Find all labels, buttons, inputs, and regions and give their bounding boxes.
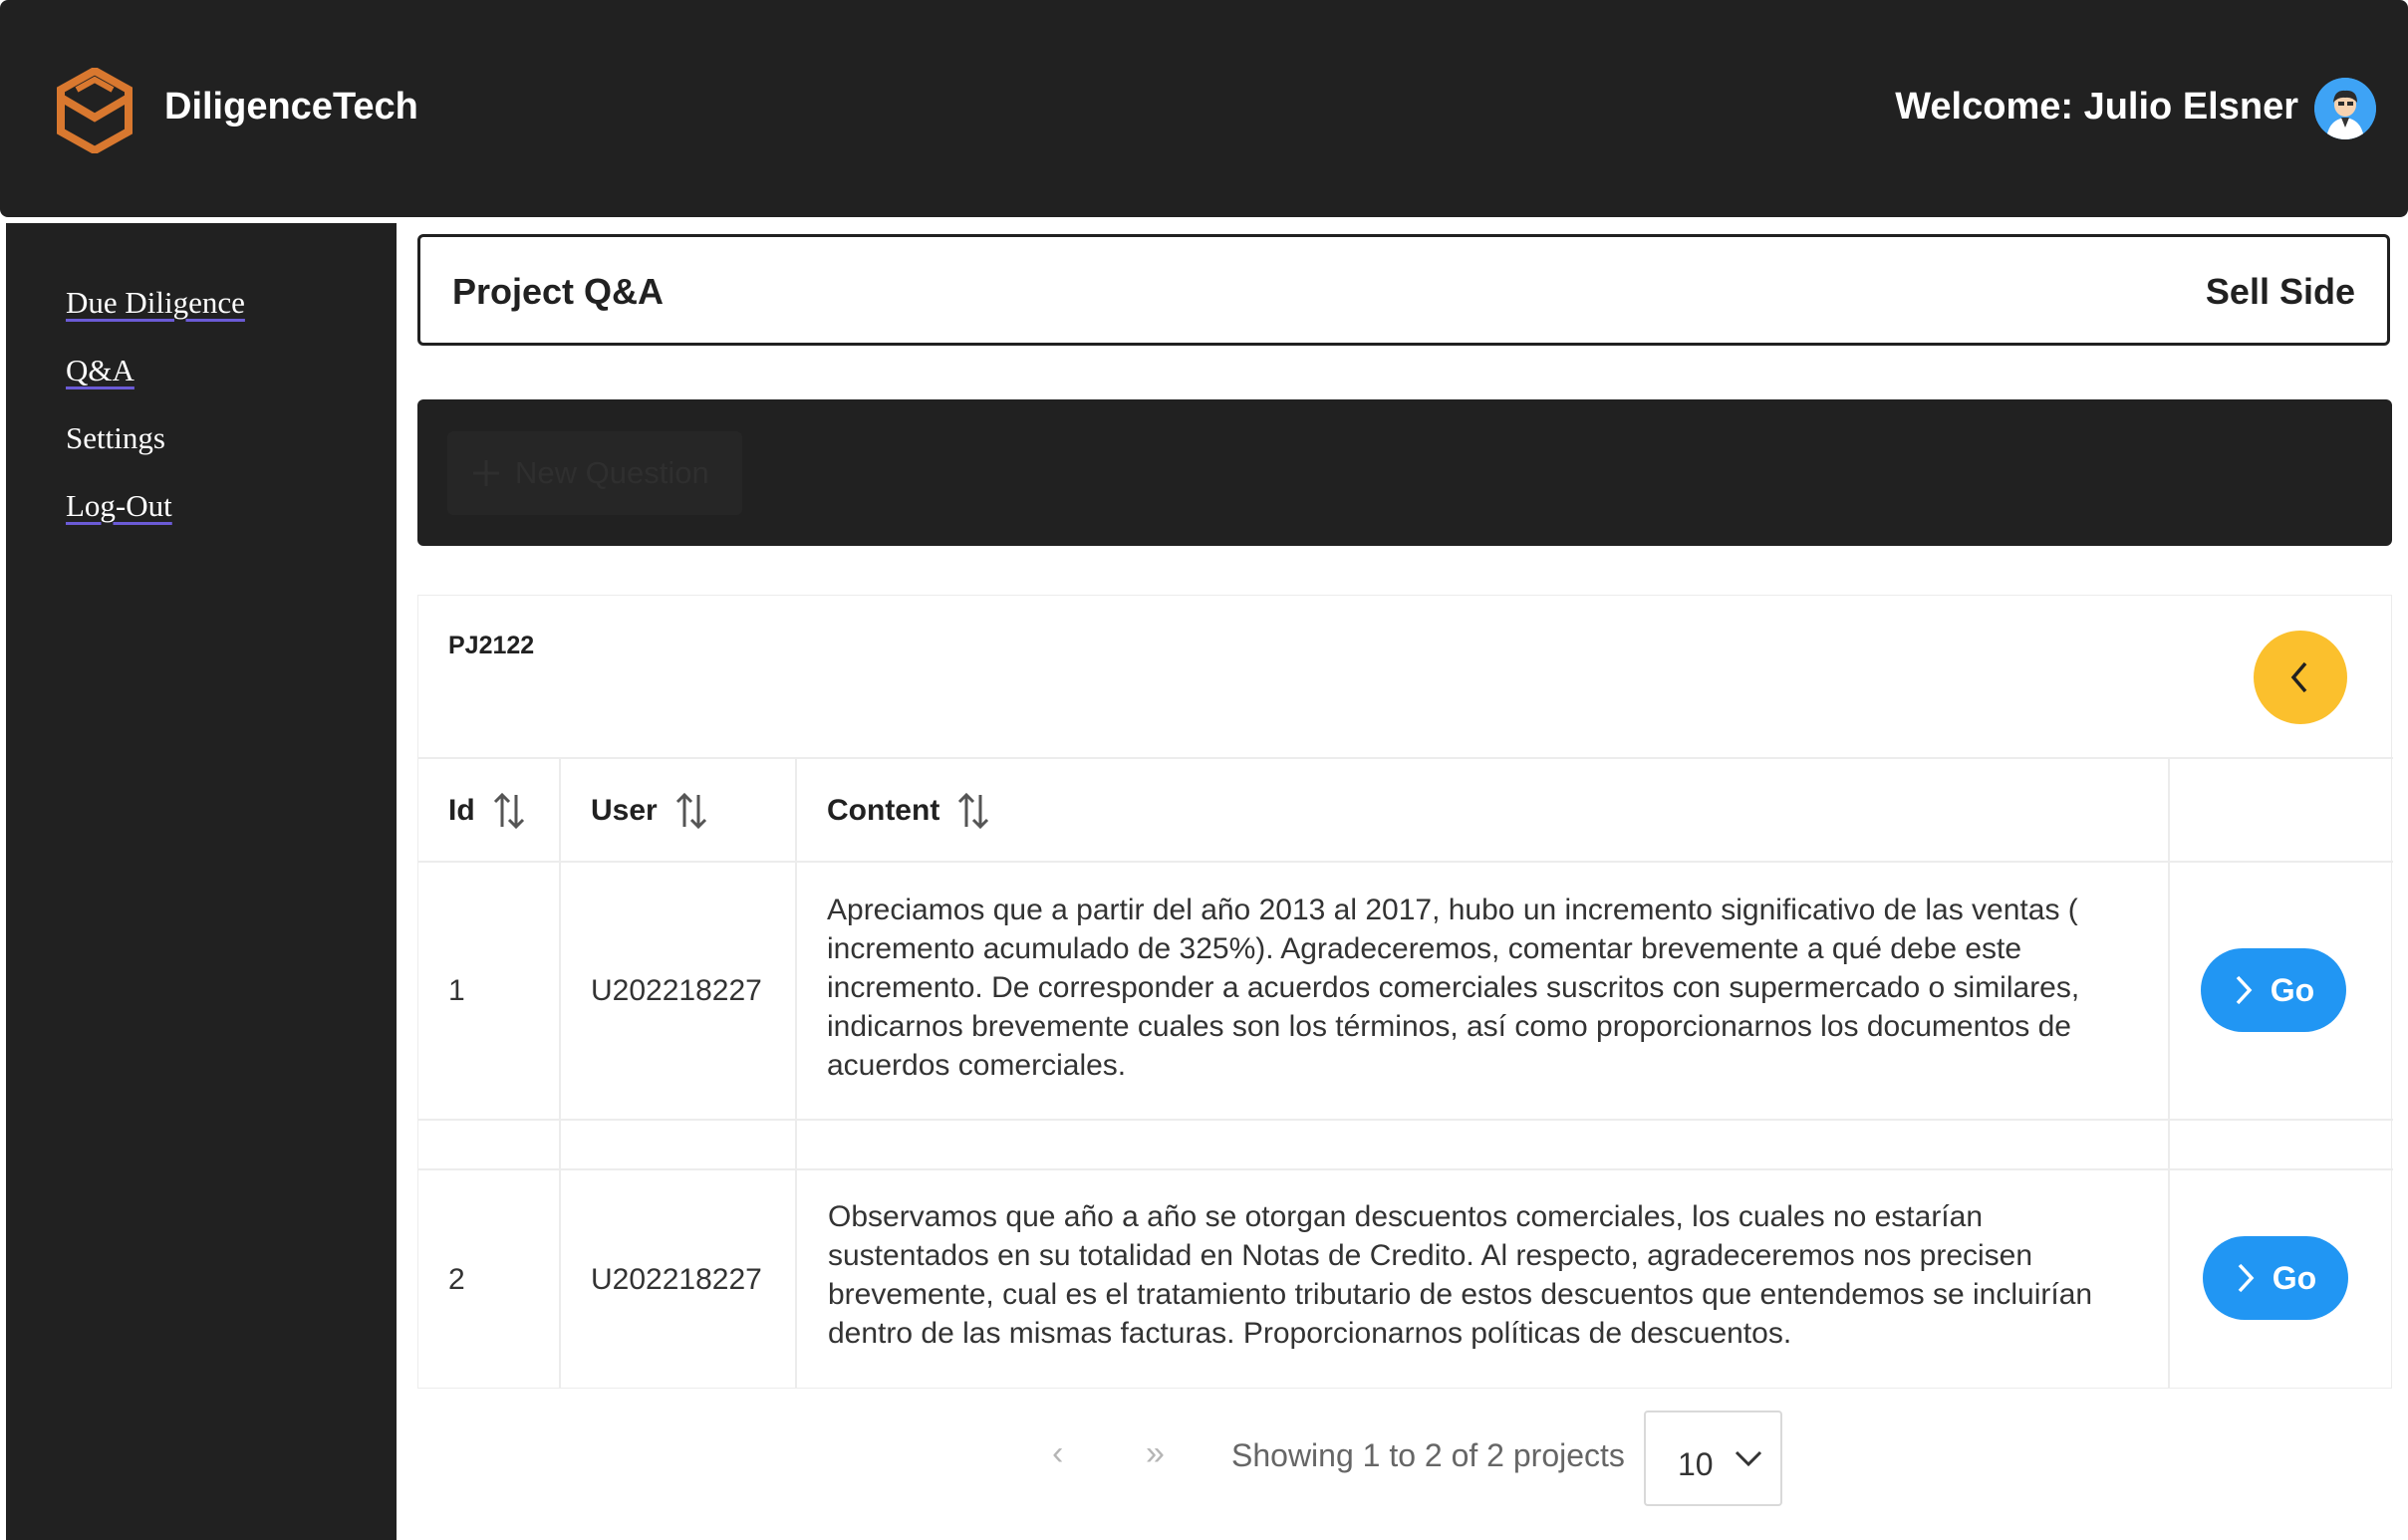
project-code: PJ2122 [448, 632, 535, 659]
go-label: Go [2270, 971, 2315, 1008]
table-divider [418, 1119, 2393, 1121]
sort-icon [958, 792, 989, 830]
table-divider [418, 861, 2393, 863]
rows-per-page-select[interactable]: 10 [1644, 1411, 1782, 1506]
sidebar: Due Diligence Q&A Settings Log-Out [6, 223, 397, 1540]
table-divider [418, 1168, 2393, 1170]
column-header-label: User [591, 794, 658, 827]
cell-id: 2 [448, 1263, 465, 1296]
column-header-label: Content [827, 794, 940, 827]
sidebar-item-due-diligence[interactable]: Due Diligence [66, 285, 245, 321]
go-button[interactable]: Go [2201, 948, 2346, 1032]
cell-user: U202218227 [591, 1263, 762, 1296]
toolbar: New Question [417, 399, 2392, 546]
logo-icon [57, 68, 133, 153]
cell-id: 1 [448, 974, 465, 1007]
new-question-label: New Question [515, 455, 709, 490]
rows-per-page-value: 10 [1678, 1446, 1714, 1482]
title-bar: Project Q&A Sell Side [417, 234, 2390, 346]
back-button[interactable] [2254, 631, 2347, 724]
top-bar: DiligenceTech Welcome: Julio Elsner [0, 0, 2408, 217]
column-header-label: Id [448, 794, 475, 827]
plus-icon [473, 460, 499, 486]
chevron-right-icon [2238, 1263, 2255, 1293]
sidebar-item-settings[interactable]: Settings [66, 420, 165, 456]
brand-name: DiligenceTech [164, 86, 418, 128]
side-label: Sell Side [2205, 271, 2355, 312]
column-divider [2168, 757, 2170, 1389]
pagination-status: Showing 1 to 2 of 2 projects [1231, 1437, 1625, 1473]
go-button[interactable]: Go [2203, 1236, 2348, 1320]
chevron-right-icon [2236, 975, 2253, 1005]
user-avatar-icon [2314, 78, 2376, 139]
column-divider [559, 757, 561, 1389]
column-header-content[interactable]: Content [827, 791, 991, 831]
sidebar-item-logout[interactable]: Log-Out [66, 488, 172, 524]
page-title: Project Q&A [452, 271, 665, 312]
welcome-text: Welcome: Julio Elsner [1895, 86, 2298, 128]
column-header-user[interactable]: User [591, 791, 709, 831]
cell-content: Apreciamos que a partir del año 2013 al … [827, 894, 2080, 1082]
avatar[interactable] [2314, 78, 2376, 139]
cell-content: Observamos que año a año se otorgan desc… [828, 1200, 2093, 1350]
table-divider [418, 757, 2393, 759]
column-header-id[interactable]: Id [448, 791, 527, 831]
prev-page-button[interactable]: ‹ [1052, 1434, 1063, 1473]
questions-card: PJ2122 Id User Content 1 U202218227 Apre… [417, 595, 2393, 1389]
chevron-left-icon [2290, 661, 2307, 693]
last-page-button[interactable]: » [1146, 1434, 1165, 1473]
sort-icon [675, 792, 706, 830]
go-label: Go [2272, 1259, 2317, 1296]
sidebar-item-qa[interactable]: Q&A [66, 353, 134, 388]
chevron-down-icon [1735, 1450, 1762, 1467]
new-question-button[interactable]: New Question [447, 431, 742, 515]
sort-icon [493, 792, 524, 830]
column-divider [795, 757, 797, 1389]
cell-user: U202218227 [591, 974, 762, 1007]
